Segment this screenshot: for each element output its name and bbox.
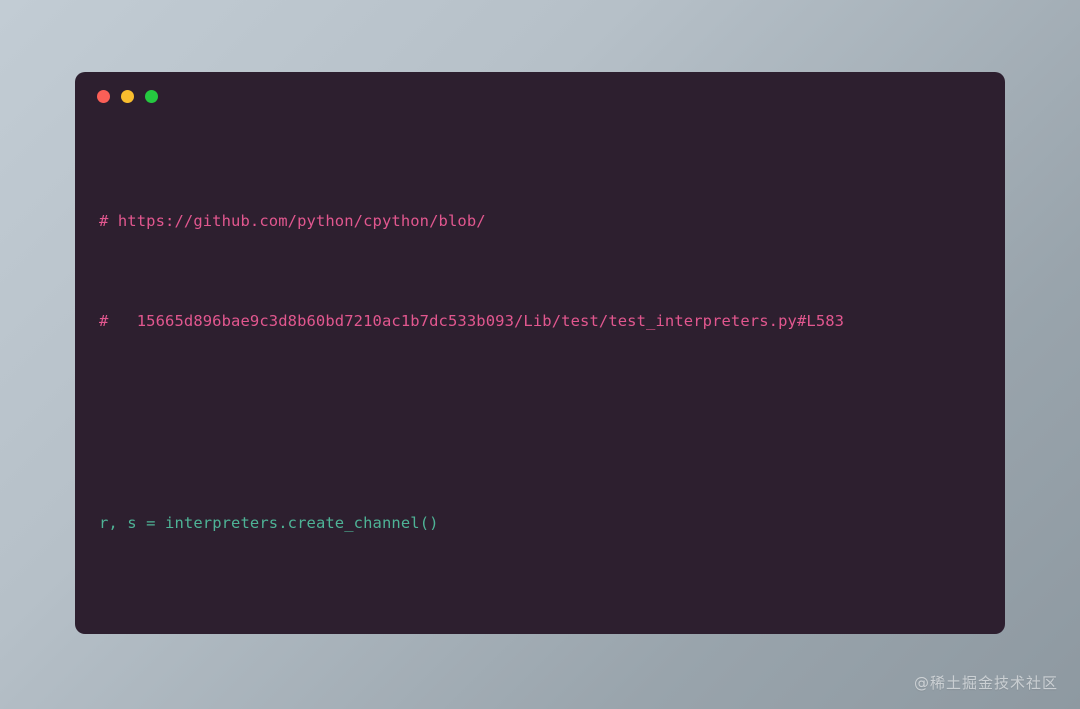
function-call: interpreters.create_channel()	[165, 514, 439, 533]
code-content[interactable]: # https://github.com/python/cpython/blob…	[75, 120, 1005, 634]
window-titlebar	[75, 72, 1005, 120]
code-line-comment-url: # https://github.com/python/cpython/blob…	[99, 209, 981, 234]
close-window-button[interactable]	[97, 89, 110, 103]
code-line-create-channel: r, s = interpreters.create_channel()	[99, 511, 981, 536]
code-window: # https://github.com/python/cpython/blob…	[75, 72, 1005, 634]
watermark: @稀土掘金技术社区	[913, 674, 1058, 692]
variable-assignment: r, s =	[99, 514, 166, 533]
code-line-comment-hash: # 15665d896bae9c3d8b60bd7210ac1b7dc533b0…	[99, 309, 981, 334]
maximize-window-button[interactable]	[145, 89, 158, 103]
minimize-window-button[interactable]	[121, 89, 134, 103]
comment-text: # 15665d896bae9c3d8b60bd7210ac1b7dc533b0…	[99, 312, 845, 331]
comment-text: # https://github.com/python/cpython/blob…	[99, 211, 486, 230]
